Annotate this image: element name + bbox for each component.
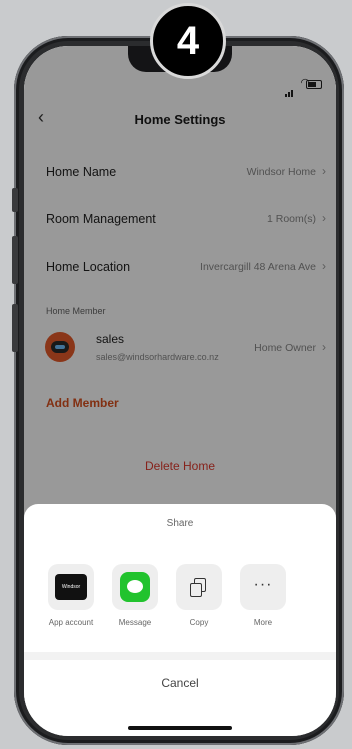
app-account-label: App account	[48, 618, 94, 627]
share-more-button[interactable]: ··· More	[232, 564, 294, 627]
sheet-divider	[24, 652, 336, 660]
share-message-button[interactable]: Message	[104, 564, 166, 627]
mute-switch	[12, 188, 18, 212]
message-tile	[112, 564, 158, 610]
message-icon	[120, 572, 150, 602]
cancel-button[interactable]: Cancel	[24, 676, 336, 690]
share-sheet-title: Share	[166, 518, 194, 529]
share-copy-button[interactable]: Copy	[168, 564, 230, 627]
phone-screen: ◠ ‹ Home Settings Home Name Windsor Home…	[24, 46, 336, 736]
copy-icon-back	[190, 583, 202, 597]
step-number-badge: 4	[150, 3, 226, 79]
copy-label: Copy	[189, 618, 209, 627]
volume-up-button	[12, 236, 18, 284]
more-tile: ···	[240, 564, 286, 610]
share-app-account-button[interactable]: Windsor App account	[40, 564, 102, 627]
message-label: Message	[118, 618, 152, 627]
windsor-logo-icon: Windsor	[55, 574, 87, 600]
volume-down-button	[12, 304, 18, 352]
more-label: More	[253, 618, 273, 627]
home-indicator[interactable]	[128, 726, 232, 730]
share-sheet: Share Windsor App account Message Copy ·…	[24, 504, 336, 736]
more-icon: ···	[253, 576, 273, 593]
copy-tile	[176, 564, 222, 610]
app-account-tile: Windsor	[48, 564, 94, 610]
